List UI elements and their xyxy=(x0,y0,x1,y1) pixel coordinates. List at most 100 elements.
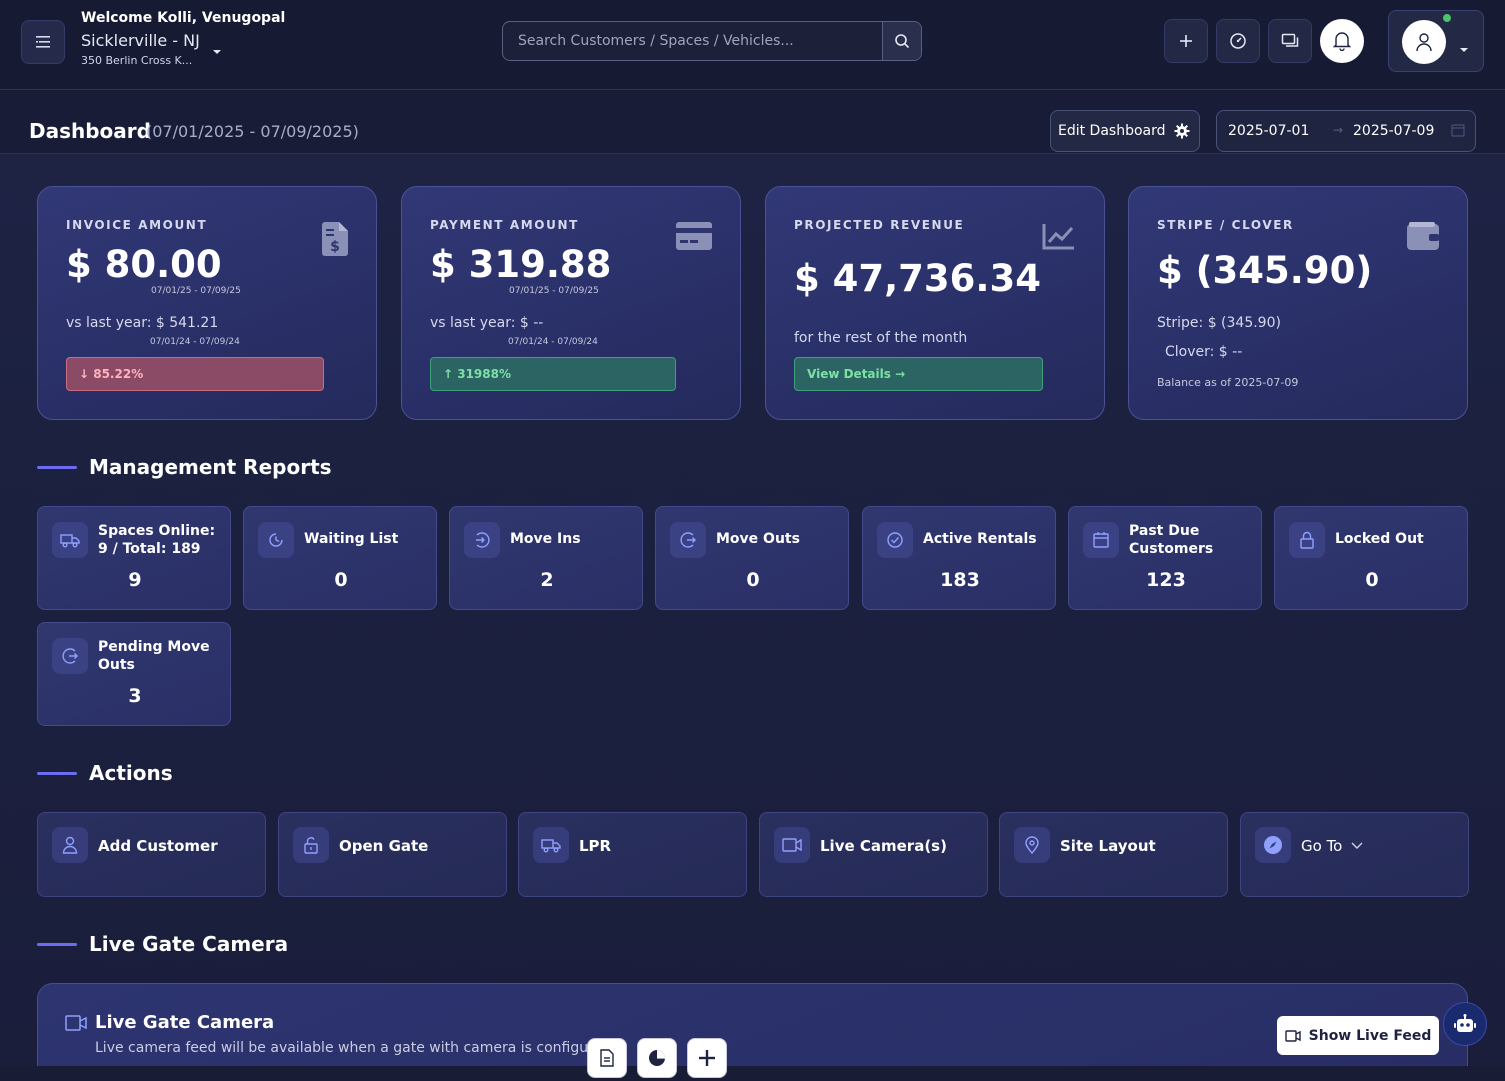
action-icon-box xyxy=(293,827,329,863)
quick-add-float-button[interactable] xyxy=(687,1038,727,1078)
projected-revenue-value: $ 47,736.34 xyxy=(794,257,1041,300)
section-title-text: Management Reports xyxy=(89,455,332,479)
section-title-text: Actions xyxy=(89,761,173,785)
report-active-rentals[interactable]: Active Rentals 183 xyxy=(862,506,1056,610)
report-spaces-online[interactable]: Spaces Online: 9 / Total: 189 9 xyxy=(37,506,231,610)
caret-down-icon xyxy=(1460,48,1468,52)
move-in-icon xyxy=(476,532,490,548)
map-pin-icon xyxy=(1025,836,1039,854)
report-icon-box xyxy=(1289,522,1325,558)
report-value: 0 xyxy=(1365,569,1379,591)
plus-icon xyxy=(1180,35,1192,47)
report-value: 183 xyxy=(940,569,980,591)
live-gate-camera-heading: Live Gate Camera xyxy=(37,932,288,956)
section-title-text: Live Gate Camera xyxy=(89,932,289,956)
page-title: Dashboard xyxy=(29,119,151,143)
balance-date: Balance as of 2025-07-09 xyxy=(1157,376,1299,389)
show-live-feed-button[interactable]: Show Live Feed xyxy=(1277,1016,1439,1055)
search-button[interactable] xyxy=(882,22,921,60)
action-label: Add Customer xyxy=(98,837,218,855)
reports-float-button[interactable] xyxy=(587,1038,627,1078)
search-box xyxy=(502,21,922,61)
date-end-input[interactable]: 2025-07-09 xyxy=(1353,123,1434,139)
top-bar: Welcome Kolli, Venugopal Sicklerville - … xyxy=(0,0,1505,90)
assistant-bot-button[interactable] xyxy=(1443,1002,1487,1046)
page-date-range: (07/01/2025 - 07/09/2025) xyxy=(146,122,359,141)
messages-button[interactable] xyxy=(1268,19,1312,63)
report-move-outs[interactable]: Move Outs 0 xyxy=(655,506,849,610)
actions-heading: Actions xyxy=(37,761,173,785)
date-start-input[interactable]: 2025-07-01 xyxy=(1228,123,1309,139)
menu-toggle-button[interactable] xyxy=(21,20,65,64)
analytics-float-button[interactable] xyxy=(637,1038,677,1078)
chevron-down-icon xyxy=(1351,842,1363,849)
report-label: Active Rentals xyxy=(923,531,1037,547)
add-button[interactable] xyxy=(1164,19,1208,63)
robot-icon xyxy=(1454,1014,1476,1032)
action-label: LPR xyxy=(579,837,612,855)
stripe-clover-value: $ (345.90) xyxy=(1157,249,1373,292)
view-details-link[interactable]: View Details → xyxy=(794,357,1043,391)
report-label: Waiting List xyxy=(304,531,399,547)
compass-icon xyxy=(1264,836,1282,854)
stripe-clover-card: STRIPE / CLOVER $ (345.90) Stripe: $ (34… xyxy=(1128,186,1468,420)
move-out-icon xyxy=(62,648,78,664)
clock-icon xyxy=(269,533,283,547)
report-icon-box xyxy=(1083,522,1119,558)
invoice-amount-card: INVOICE AMOUNT $ $ 80.00 07/01/25 - 07/0… xyxy=(37,186,377,420)
report-icon-box xyxy=(877,522,913,558)
avatar xyxy=(1402,20,1446,64)
calendar-icon xyxy=(1451,124,1465,137)
action-label: Go To xyxy=(1301,837,1343,855)
search-input[interactable] xyxy=(503,22,881,60)
action-icon-box xyxy=(774,827,810,863)
kpi-label: PROJECTED REVENUE xyxy=(794,218,965,232)
report-move-ins[interactable]: Move Ins 2 xyxy=(449,506,643,610)
report-pending-move-outs[interactable]: Pending Move Outs 3 xyxy=(37,622,231,726)
action-icon-box xyxy=(1255,827,1291,863)
hamburger-icon xyxy=(36,36,50,48)
video-icon xyxy=(782,838,802,852)
projected-revenue-note: for the rest of the month xyxy=(794,330,968,346)
report-value: 9 xyxy=(128,569,142,591)
report-value: 3 xyxy=(128,685,142,707)
lpr-action[interactable]: LPR xyxy=(518,812,747,897)
chat-icon xyxy=(1281,33,1299,47)
action-label: Live Camera(s) xyxy=(820,837,947,855)
report-locked-out[interactable]: Locked Out 0 xyxy=(1274,506,1468,610)
lock-icon xyxy=(1300,531,1314,549)
speedometer-button[interactable] xyxy=(1216,19,1260,63)
notifications-button[interactable] xyxy=(1320,19,1364,63)
section-accent-line xyxy=(37,942,77,946)
invoice-dollar-icon: $ xyxy=(322,222,348,256)
document-icon xyxy=(600,1049,614,1067)
trend-chart-icon xyxy=(1042,224,1074,250)
site-dropdown-caret[interactable] xyxy=(212,40,222,59)
invoice-amount-value: $ 80.00 xyxy=(66,243,222,286)
report-icon-box xyxy=(258,522,294,558)
open-gate-action[interactable]: Open Gate xyxy=(278,812,507,897)
speedometer-icon xyxy=(1230,33,1246,49)
report-icon-box xyxy=(464,522,500,558)
report-value: 0 xyxy=(334,569,348,591)
report-value: 0 xyxy=(746,569,760,591)
add-customer-action[interactable]: Add Customer xyxy=(37,812,266,897)
report-past-due-customers[interactable]: Past Due Customers 123 xyxy=(1068,506,1262,610)
move-out-icon xyxy=(680,532,696,548)
kpi-label: PAYMENT AMOUNT xyxy=(430,218,579,232)
edit-dashboard-label: Edit Dashboard xyxy=(1058,123,1166,139)
date-range-picker[interactable]: 2025-07-01 → 2025-07-09 xyxy=(1216,110,1476,152)
go-to-action[interactable]: Go To xyxy=(1240,812,1469,897)
site-selector[interactable]: Sicklerville - NJ xyxy=(81,31,200,50)
payment-amount-card: PAYMENT AMOUNT $ 319.88 07/01/25 - 07/09… xyxy=(401,186,741,420)
report-waiting-list[interactable]: Waiting List 0 xyxy=(243,506,437,610)
live-cameras-action[interactable]: Live Camera(s) xyxy=(759,812,988,897)
profile-caret xyxy=(1459,38,1469,57)
payment-period: 07/01/25 - 07/09/25 xyxy=(509,286,599,296)
edit-dashboard-button[interactable]: Edit Dashboard xyxy=(1050,110,1200,152)
dashboard-header: Dashboard (07/01/2025 - 07/09/2025) Edit… xyxy=(0,90,1505,154)
plus-icon xyxy=(699,1050,715,1066)
profile-menu-button[interactable] xyxy=(1388,10,1484,72)
report-label: Pending Move Outs xyxy=(98,639,210,673)
site-layout-action[interactable]: Site Layout xyxy=(999,812,1228,897)
